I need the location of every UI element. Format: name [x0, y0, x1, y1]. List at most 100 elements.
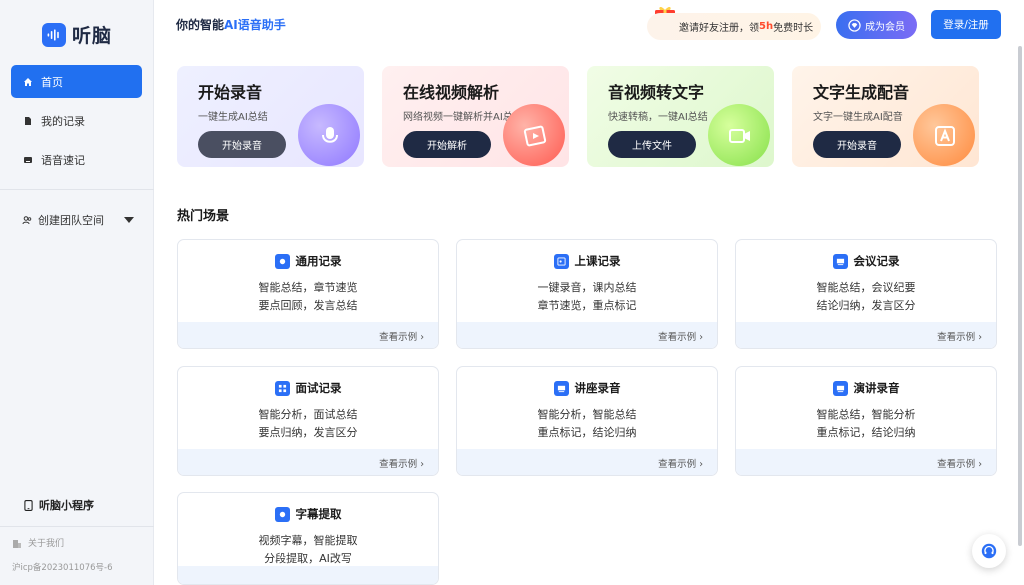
- scene-footer: 查看示例 ›: [736, 449, 996, 475]
- start-dubbing-button[interactable]: 开始录音: [813, 131, 901, 158]
- view-example-link[interactable]: 查看示例 ›: [379, 329, 424, 343]
- sidebar-divider: [0, 526, 154, 527]
- scene-desc-line2: 要点归纳，发言区分: [258, 426, 358, 439]
- keyboard-icon: [24, 156, 32, 163]
- headset-icon: [981, 543, 997, 559]
- feature-title: 音视频转文字: [608, 83, 705, 102]
- scene-title: 讲座录音: [574, 381, 621, 395]
- scene-card-speech[interactable]: 演讲录音 智能总结，智能分析 重点标记，结论归纳 查看示例 ›: [735, 366, 997, 476]
- meeting-record-icon: [832, 253, 848, 269]
- scene-desc-line1: 智能分析，智能总结: [537, 408, 637, 421]
- scene-desc-line2: 要点回顾，发言总结: [258, 299, 358, 312]
- microphone-icon: [322, 127, 338, 143]
- vip-label: 成为会员: [865, 21, 905, 33]
- feature-desc: 网络视频一键解析并AI总结: [403, 112, 523, 123]
- feature-card-video-parse[interactable]: 在线视频解析 网络视频一键解析并AI总结 开始解析: [382, 66, 569, 167]
- speech-record-icon: [832, 380, 848, 396]
- scene-card-class[interactable]: 上课记录 一键录音，课内总结 章节速览，重点标记 查看示例 ›: [456, 239, 718, 349]
- feature-card-text-to-speech[interactable]: 文字生成配音 文字一键生成AI配音 开始录音: [792, 66, 979, 167]
- general-record-icon: [274, 253, 290, 269]
- invite-text-end: 免费时长: [773, 23, 814, 34]
- become-member-button[interactable]: 成为会员: [836, 11, 917, 39]
- section-title-hot-scenes: 热门场景: [177, 209, 230, 224]
- diamond-icon: [848, 18, 861, 32]
- slogan-text: 你的智能: [176, 18, 225, 32]
- customer-support-button[interactable]: [972, 534, 1006, 568]
- feature-title: 开始录音: [198, 83, 263, 102]
- view-example-link[interactable]: 查看示例 ›: [658, 456, 703, 470]
- mini-program-link[interactable]: 听脑小程序: [24, 497, 94, 513]
- sidebar-item-label: 我的记录: [41, 114, 85, 128]
- scene-desc-line1: 智能分析，面试总结: [258, 408, 358, 421]
- about-us-link[interactable]: 关于我们: [12, 536, 64, 549]
- scene-desc-line2: 重点标记，结论归纳: [537, 426, 637, 439]
- sidebar-divider: [0, 189, 154, 190]
- feature-badge: [298, 104, 360, 166]
- invite-highlight: 5h: [759, 21, 774, 32]
- scene-title: 面试记录: [295, 381, 342, 395]
- chevron-down-icon[interactable]: [124, 217, 134, 223]
- view-example-link[interactable]: 查看示例 ›: [937, 456, 982, 470]
- start-parse-button[interactable]: 开始解析: [403, 131, 491, 158]
- home-icon: [24, 77, 32, 86]
- icp-record[interactable]: 沪icp备2023011076号-6: [12, 561, 113, 573]
- view-example-link[interactable]: 查看示例 ›: [937, 329, 982, 343]
- scene-card-subtitle[interactable]: 字幕提取 视频字幕，智能提取 分段提取，AI改写: [177, 492, 439, 585]
- scene-title: 演讲录音: [853, 381, 900, 395]
- feature-title: 在线视频解析: [403, 83, 500, 102]
- view-example-link[interactable]: 查看示例 ›: [379, 456, 424, 470]
- scene-desc-line1: 智能总结，智能分析: [816, 408, 916, 421]
- feature-badge: [913, 104, 975, 166]
- scene-title: 字幕提取: [295, 507, 342, 521]
- logo-waveform-icon: [42, 22, 66, 47]
- create-team-space[interactable]: 创建团队空间: [22, 212, 134, 228]
- feature-card-transcribe[interactable]: 音视频转文字 快速转稿，一键AI总结 上传文件: [587, 66, 774, 167]
- scene-card-general[interactable]: 通用记录 智能总结，章节速览 要点回顾，发言总结 查看示例 ›: [177, 239, 439, 349]
- sidebar-item-home[interactable]: 首页: [11, 65, 142, 98]
- sidebar-item-label: 首页: [41, 75, 63, 89]
- feature-badge: [503, 104, 565, 166]
- document-icon: [25, 116, 31, 125]
- view-example-link[interactable]: 查看示例 ›: [658, 329, 703, 343]
- header: 你的智能AI语音助手 邀请好友注册，领 5h 免费时长 成为会员 登录/注册: [154, 0, 1024, 48]
- scene-desc-line2: 章节速览，重点标记: [537, 299, 637, 312]
- scene-desc-line2: 结论归纳，发言区分: [816, 299, 916, 312]
- scene-desc-line1: 智能总结，会议纪要: [816, 281, 916, 294]
- sidebar-nav: 首页 我的记录 语音速记: [11, 65, 142, 182]
- scene-desc-line1: 视频字幕，智能提取: [258, 534, 358, 547]
- scene-title: 上课记录: [574, 254, 621, 268]
- feature-desc: 文字一键生成AI配音: [813, 112, 903, 123]
- sidebar: 听脑 首页 我的记录 语音速记 创建团队空间 听脑小程序 关于我们 沪icp备2…: [0, 0, 154, 585]
- scene-desc-line2: 重点标记，结论归纳: [816, 426, 916, 439]
- building-icon: [13, 539, 21, 548]
- scene-footer: 查看示例 ›: [457, 322, 717, 348]
- scene-desc-line1: 一键录音，课内总结: [537, 281, 637, 294]
- feature-card-start-recording[interactable]: 开始录音 一键生成AI总结 开始录音: [177, 66, 364, 167]
- team-label: 创建团队空间: [38, 214, 104, 227]
- login-register-button[interactable]: 登录/注册: [931, 10, 1001, 39]
- scene-card-interview[interactable]: 面试记录 智能分析，面试总结 要点归纳，发言区分 查看示例 ›: [177, 366, 439, 476]
- start-recording-button[interactable]: 开始录音: [198, 131, 286, 158]
- about-label: 关于我们: [28, 539, 65, 549]
- scene-footer: 查看示例 ›: [178, 322, 438, 348]
- scene-card-meeting[interactable]: 会议记录 智能总结，会议纪要 结论归纳，发言区分 查看示例 ›: [735, 239, 997, 349]
- slogan: 你的智能AI语音助手: [176, 16, 286, 33]
- mini-program-label: 听脑小程序: [39, 499, 94, 512]
- sidebar-item-my-records[interactable]: 我的记录: [11, 104, 142, 137]
- scene-footer: 查看示例 ›: [178, 449, 438, 475]
- feature-desc: 快速转稿，一键AI总结: [608, 112, 708, 123]
- scene-footer: 查看示例 ›: [736, 322, 996, 348]
- scene-desc-line1: 智能总结，章节速览: [258, 281, 358, 294]
- upload-file-button[interactable]: 上传文件: [608, 131, 696, 158]
- scene-footer: [178, 566, 438, 584]
- team-icon: [22, 216, 32, 225]
- scene-footer: 查看示例 ›: [457, 449, 717, 475]
- feature-badge: [708, 104, 770, 166]
- lecture-record-icon: [553, 380, 569, 396]
- interview-record-icon: [274, 380, 290, 396]
- logo[interactable]: 听脑: [42, 21, 112, 48]
- scrollbar[interactable]: [1018, 46, 1022, 546]
- scene-card-lecture[interactable]: 讲座录音 智能分析，智能总结 重点标记，结论归纳 查看示例 ›: [456, 366, 718, 476]
- invite-banner[interactable]: 邀请好友注册，领 5h 免费时长: [647, 13, 821, 40]
- sidebar-item-voice-notes[interactable]: 语音速记: [11, 143, 142, 176]
